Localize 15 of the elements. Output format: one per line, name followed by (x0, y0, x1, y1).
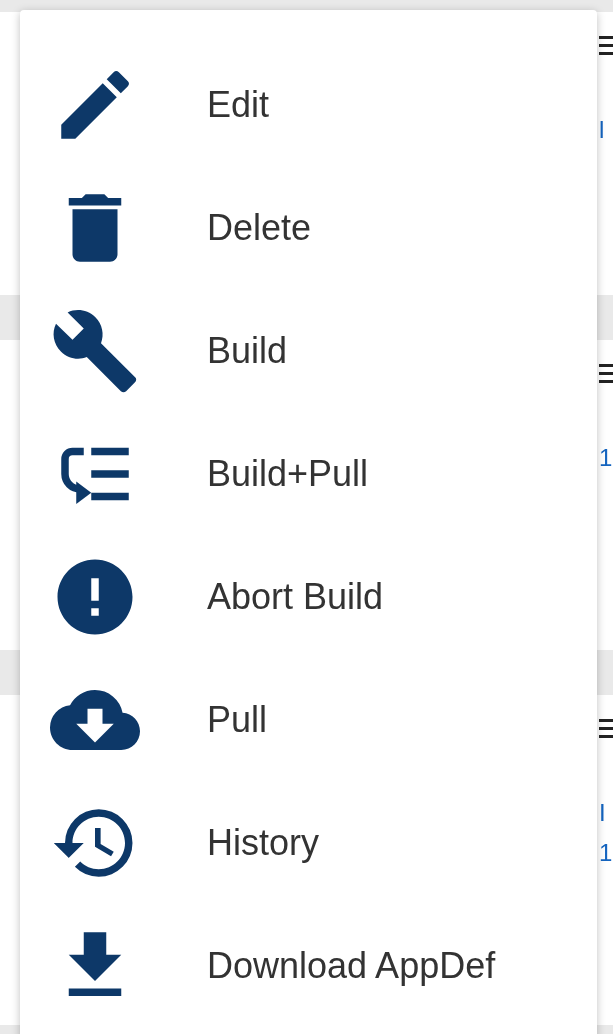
menu-item[interactable]: Build (20, 289, 597, 412)
menu-icon[interactable] (599, 34, 613, 58)
menu-icon[interactable] (599, 362, 613, 386)
link[interactable]: I (599, 793, 606, 833)
menu-item[interactable]: Delete (20, 166, 597, 289)
menu-item[interactable]: Pull (20, 658, 597, 781)
menu-item[interactable]: Build+Pull (20, 412, 597, 535)
link[interactable]: l (599, 110, 605, 150)
menu-item[interactable]: Edit (20, 43, 597, 166)
link[interactable]: 1 (599, 833, 613, 873)
link[interactable]: 1 (599, 438, 613, 478)
menu-item[interactable]: History (20, 781, 597, 904)
menu-item[interactable]: Download AppDef (20, 904, 597, 1027)
menu-icon[interactable] (599, 717, 613, 741)
menu-item[interactable]: Abort Build (20, 535, 597, 658)
